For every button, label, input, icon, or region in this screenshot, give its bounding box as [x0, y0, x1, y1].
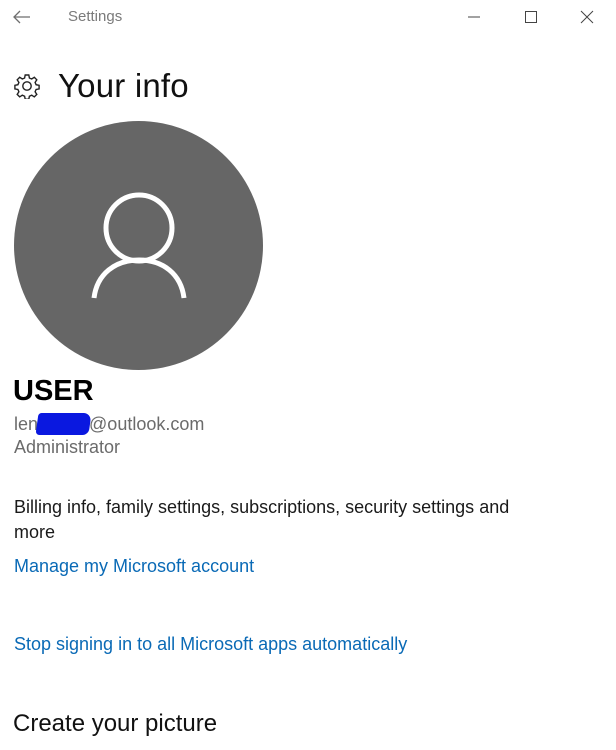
- billing-description: Billing info, family settings, subscript…: [14, 497, 510, 542]
- back-button[interactable]: [10, 6, 34, 28]
- minimize-icon: [468, 16, 480, 18]
- close-icon: [580, 10, 594, 24]
- gear-icon: [14, 74, 40, 99]
- maximize-button[interactable]: [516, 6, 546, 28]
- maximize-icon: [525, 11, 537, 23]
- avatar: [14, 121, 263, 370]
- create-picture-heading: Create your picture: [13, 710, 218, 737]
- title-bar: Settings: [0, 0, 616, 34]
- stop-signing-in-link[interactable]: Stop signing in to all Microsoft apps au…: [14, 634, 407, 655]
- account-role: Administrator: [14, 437, 121, 457]
- close-button[interactable]: [572, 6, 602, 28]
- page-header: Your info: [14, 66, 189, 106]
- email-redaction: [35, 413, 92, 435]
- window-title: Settings: [68, 8, 123, 25]
- user-name: USER: [13, 375, 94, 407]
- email-prefix: len: [14, 413, 39, 434]
- manage-account-link[interactable]: Manage my Microsoft account: [14, 556, 254, 577]
- email-suffix: @outlook.com: [89, 413, 205, 434]
- back-arrow-icon: [13, 10, 30, 24]
- user-email: len @outlook.com: [14, 412, 204, 436]
- minimize-button[interactable]: [459, 6, 489, 28]
- page-title: Your info: [58, 67, 189, 104]
- person-icon: [91, 192, 186, 298]
